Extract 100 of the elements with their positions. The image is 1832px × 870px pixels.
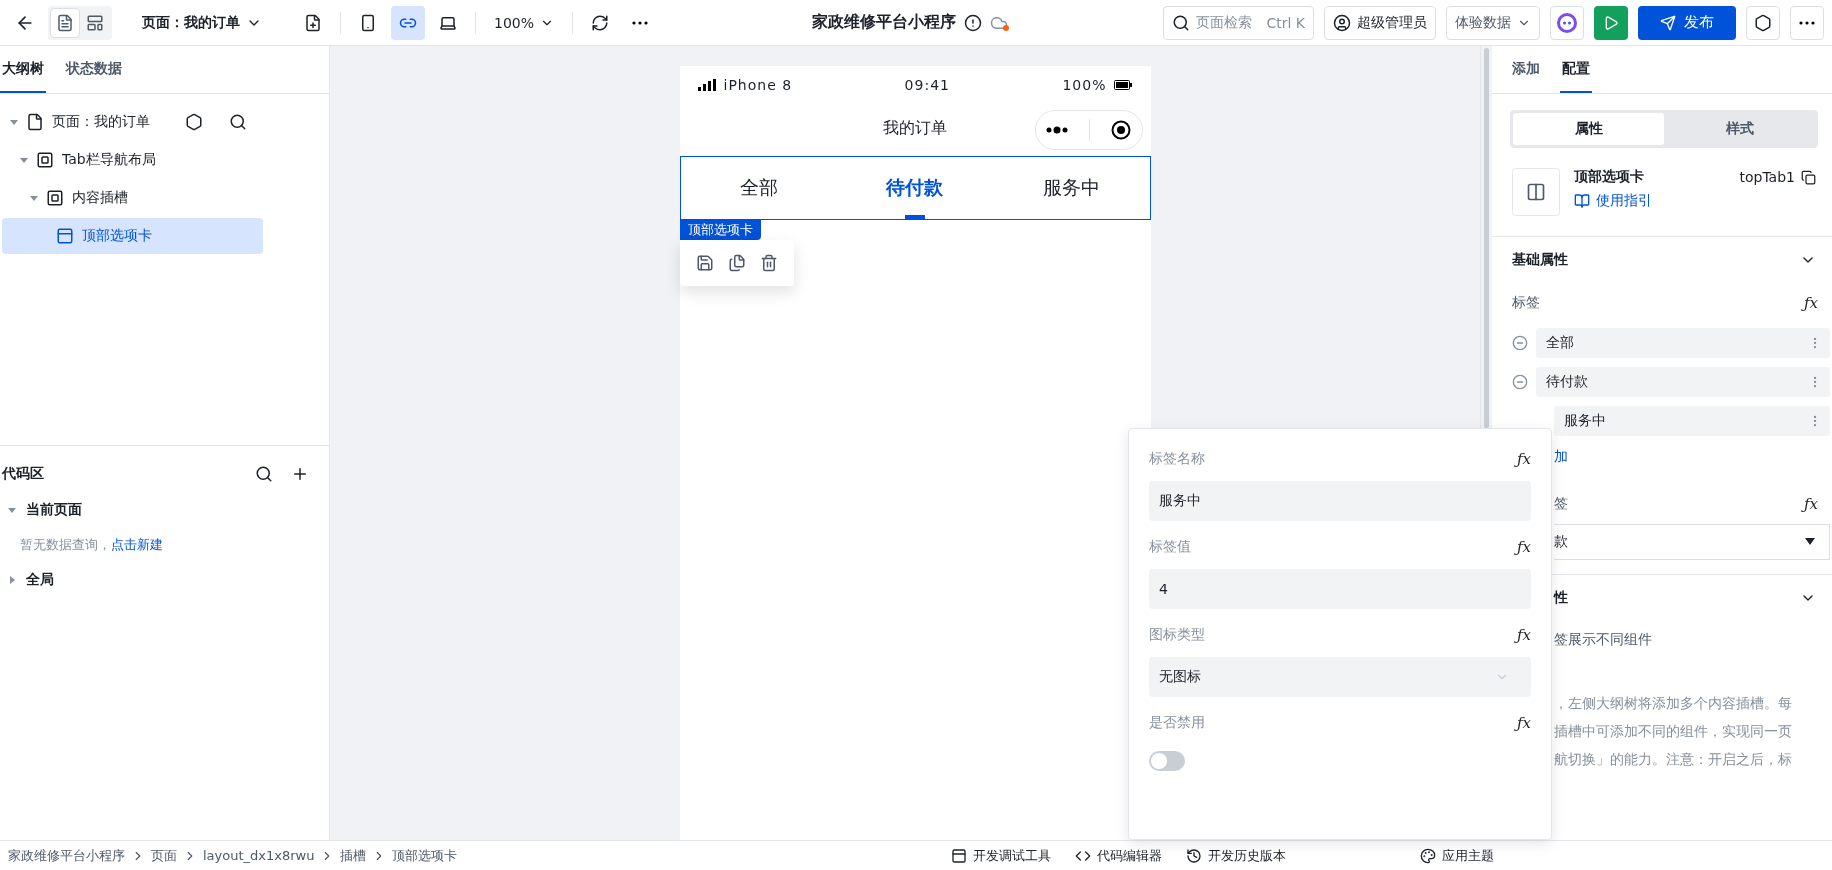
panel-tab[interactable]: 大纲树 — [0, 46, 46, 93]
select-field[interactable]: 无图标 — [1149, 657, 1531, 697]
breadcrumb-item[interactable]: layout_dx1x8rwu — [199, 848, 319, 863]
breadcrumb-item[interactable]: 顶部选项卡 — [388, 846, 462, 865]
caret-icon — [10, 118, 18, 126]
palette-icon — [1420, 847, 1436, 864]
add-icon[interactable] — [291, 465, 309, 483]
phone-icon — [359, 13, 377, 32]
input-field[interactable]: 服务中 — [1149, 481, 1531, 521]
field-label: 是否禁用 — [1149, 714, 1205, 732]
section-title: 基础属性 — [1512, 251, 1568, 269]
page-title: 我的订单 — [883, 117, 947, 139]
publish-button[interactable]: 发布 — [1638, 5, 1736, 40]
close-icon[interactable] — [1111, 120, 1131, 140]
zoom-selector[interactable]: 100% — [486, 5, 563, 40]
page-icon — [26, 113, 44, 131]
user-icon — [1333, 13, 1351, 32]
search-placeholder: 页面检索 — [1196, 13, 1253, 32]
hint-text: 签展示不同组件 — [1554, 631, 1652, 649]
caret-icon — [30, 194, 38, 202]
breadcrumb-item[interactable]: 插槽 — [336, 846, 371, 865]
tab[interactable]: 全部 — [680, 157, 837, 219]
shortcut-hint: Ctrl K — [1266, 14, 1305, 31]
tool-button[interactable]: 代码编辑器 — [1063, 846, 1174, 865]
field-label: 标签 — [1512, 294, 1540, 312]
note-text: 插槽中可添加不同的组件，实现同一页 — [1554, 722, 1792, 741]
field-label: 图标类型 — [1149, 626, 1205, 644]
note-text: 航切换」的能力。注意：开启之后，标 — [1554, 750, 1792, 769]
search-icon[interactable] — [229, 113, 247, 131]
input-field[interactable]: 4 — [1149, 569, 1531, 609]
robot-face-icon — [1556, 11, 1578, 34]
segment[interactable]: 属性 — [1513, 113, 1664, 145]
remove-icon[interactable] — [1512, 334, 1528, 351]
tree-item[interactable]: 全局 — [0, 560, 329, 600]
device-button[interactable] — [391, 5, 425, 40]
clock: 09:41 — [904, 77, 950, 93]
section-title: 代码区 — [2, 465, 44, 483]
layout-icon — [86, 13, 104, 32]
segment[interactable]: 样式 — [1664, 113, 1815, 145]
data-mode-dropdown[interactable]: 体验数据 — [1446, 5, 1540, 40]
tab[interactable]: 待付款 — [836, 157, 994, 219]
search-icon[interactable] — [255, 465, 273, 483]
document-view-button[interactable] — [50, 7, 80, 38]
create-link[interactable]: 点击新建 — [111, 536, 163, 554]
panel-tab[interactable]: 配置 — [1560, 46, 1592, 93]
save-icon[interactable] — [695, 254, 714, 272]
preview-button[interactable] — [1594, 5, 1628, 40]
add-page-icon — [304, 13, 322, 32]
copy-icon[interactable] — [1801, 169, 1816, 185]
tag-field[interactable]: 全部 — [1536, 327, 1830, 358]
alert-icon — [964, 13, 983, 32]
tag-field[interactable]: 待付款 — [1536, 366, 1830, 397]
more-icon[interactable] — [1046, 126, 1068, 134]
assistant-button[interactable] — [1550, 5, 1584, 40]
tree-item[interactable]: 当前页面 — [0, 490, 329, 530]
tree-item[interactable]: 内容插槽 — [2, 180, 263, 216]
toggle-switch[interactable] — [1149, 751, 1185, 771]
frame-icon — [36, 151, 54, 169]
component-icon — [1512, 168, 1560, 216]
tab[interactable]: 服务中 — [993, 157, 1150, 219]
theme-button[interactable]: 应用主题 — [1408, 846, 1506, 865]
tool-button[interactable]: 开发历史版本 — [1174, 846, 1298, 865]
device-name: iPhone 8 — [723, 77, 793, 93]
search-icon — [1172, 13, 1191, 32]
user-button[interactable]: 超级管理员 — [1324, 5, 1436, 40]
more-icon — [1799, 20, 1815, 25]
add-link[interactable]: 加 — [1554, 448, 1568, 466]
settings-icon[interactable] — [185, 113, 203, 131]
guide-link[interactable]: 使用指引 — [1574, 192, 1816, 210]
remove-icon[interactable] — [1512, 373, 1528, 390]
caret-icon — [8, 506, 16, 514]
caret-icon — [1805, 538, 1815, 546]
battery-icon — [1114, 80, 1133, 90]
settings-icon — [1754, 13, 1772, 32]
delete-icon[interactable] — [759, 254, 778, 272]
tree-item[interactable]: Tab栏导航布局 — [2, 142, 263, 178]
tree-item[interactable]: 顶部选项卡 — [2, 218, 263, 254]
default-tab-select[interactable]: 款 — [1554, 524, 1830, 560]
caret-icon — [8, 576, 16, 584]
panel-tab[interactable]: 状态数据 — [64, 46, 124, 93]
page-selector[interactable]: 页面：我的订单 — [134, 5, 270, 40]
component-id: topTab1 — [1739, 169, 1795, 185]
scrollbar-thumb[interactable] — [1484, 48, 1489, 428]
settings-button[interactable] — [1746, 5, 1780, 40]
tool-button[interactable]: 开发调试工具 — [939, 846, 1063, 865]
tag-field[interactable]: 服务中 — [1554, 405, 1830, 436]
field-label: 标签值 — [1149, 538, 1191, 556]
signal-icon — [697, 79, 716, 91]
section-title: 性 — [1554, 589, 1568, 607]
more-button[interactable] — [1790, 5, 1824, 40]
note-text: ，左侧大纲树将添加多个内容插槽。每 — [1554, 694, 1792, 713]
battery-level: 100% — [1062, 77, 1107, 93]
breadcrumb-item[interactable]: 家政维修平台小程序 — [4, 846, 129, 865]
panel-tab[interactable]: 添加 — [1510, 46, 1542, 93]
selection-label: 顶部选项卡 — [679, 220, 761, 240]
tree-item[interactable]: 页面：我的订单 — [2, 104, 263, 140]
tabs-icon — [56, 227, 74, 245]
breadcrumb-item[interactable]: 页面 — [147, 846, 181, 865]
component-name: 顶部选项卡 — [1574, 168, 1644, 186]
copy-icon[interactable] — [727, 254, 746, 272]
